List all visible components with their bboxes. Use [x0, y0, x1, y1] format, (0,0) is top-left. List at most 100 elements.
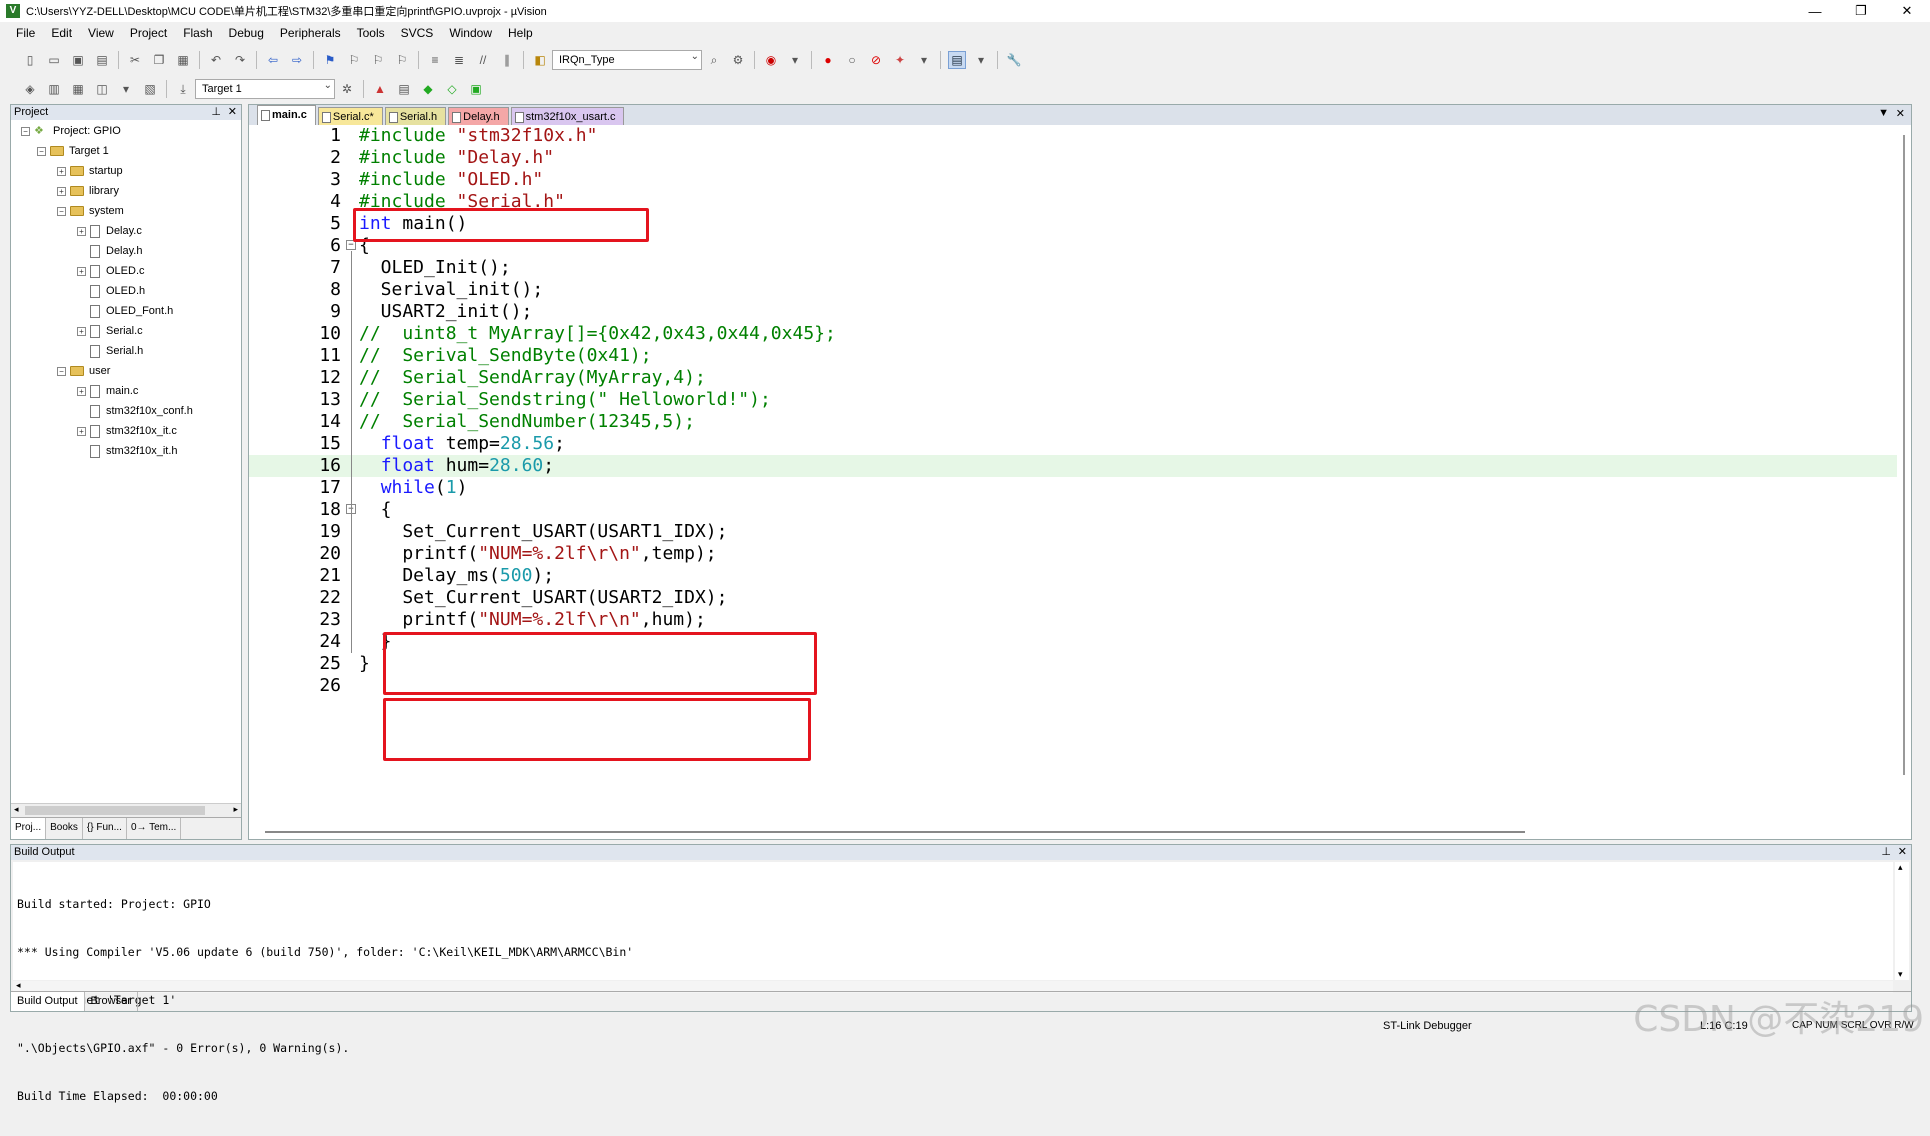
tree-item[interactable]: − Target 1 [37, 142, 109, 160]
project-hscrollbar[interactable]: ◂ ▸ [11, 803, 241, 817]
build-icon[interactable]: ▥ [45, 80, 63, 98]
expand-icon[interactable]: + [77, 266, 86, 276]
tree-item[interactable]: + library [57, 182, 119, 200]
comment-icon[interactable]: // [474, 51, 492, 69]
expand-icon[interactable]: + [77, 326, 86, 336]
cut-icon[interactable]: ✂ [126, 51, 144, 69]
menu-flash[interactable]: Flash [183, 26, 212, 40]
tab-build-output[interactable]: Build Output [11, 992, 85, 1011]
tree-item[interactable]: OLED_Font.h [77, 302, 173, 320]
tab-project[interactable]: Proj... [11, 818, 47, 839]
save-all-icon[interactable]: ▤ [93, 51, 111, 69]
scroll-thumb[interactable] [1903, 135, 1905, 775]
minimize-button[interactable]: — [1792, 0, 1838, 22]
scroll-left-icon[interactable]: ◂ [16, 980, 21, 991]
tree-item[interactable]: + main.c [77, 382, 138, 400]
software-packs-icon[interactable]: ▣ [467, 80, 485, 98]
expand-icon[interactable]: + [77, 426, 86, 436]
tree-item[interactable]: Delay.h [77, 242, 142, 260]
breakpoint-icon[interactable]: ● [819, 51, 837, 69]
clear-bookmarks-icon[interactable]: ⚐ [393, 51, 411, 69]
close-icon[interactable]: ✕ [1898, 845, 1907, 860]
paste-icon[interactable]: ▦ [174, 51, 192, 69]
tree-item[interactable]: + Delay.c [77, 222, 142, 240]
uncomment-icon[interactable]: ∥ [498, 51, 516, 69]
batch-build-icon[interactable]: ◫ [93, 80, 111, 98]
build-output-text[interactable]: Build started: Project: GPIO *** Using C… [13, 862, 1893, 1103]
build-vscrollbar[interactable]: ▴ ▾ [1895, 862, 1909, 980]
close-icon[interactable]: ✕ [228, 105, 237, 120]
incremental-find-icon[interactable]: ⚙ [729, 51, 747, 69]
file-tab[interactable]: main.c [257, 105, 316, 125]
kill-breakpoints-icon[interactable]: ⊘ [867, 51, 885, 69]
stop-build-icon[interactable]: ▧ [141, 80, 159, 98]
tree-item[interactable]: OLED.h [77, 282, 145, 300]
disable-breakpoint-icon[interactable]: ○ [843, 51, 861, 69]
tab-list-icon[interactable]: ▼ [1878, 107, 1889, 119]
navigate-back-icon[interactable]: ⇦ [264, 51, 282, 69]
new-file-icon[interactable]: ▯ [21, 51, 39, 69]
expand-icon[interactable]: + [77, 386, 86, 396]
scroll-thumb[interactable] [265, 831, 1525, 833]
menu-tools[interactable]: Tools [357, 26, 385, 40]
copy-icon[interactable]: ❐ [150, 51, 168, 69]
translate-icon[interactable]: ◈ [21, 80, 39, 98]
chevron-down-icon[interactable]: ▾ [117, 80, 135, 98]
target-select[interactable]: Target 1 ⌄ [195, 79, 335, 99]
tree-item[interactable]: stm32f10x_it.h [77, 442, 178, 460]
manage-run-time-icon[interactable]: ▤ [395, 80, 413, 98]
collapse-icon[interactable]: − [37, 146, 46, 156]
save-icon[interactable]: ▣ [69, 51, 87, 69]
rebuild-icon[interactable]: ▦ [69, 80, 87, 98]
scroll-left-icon[interactable]: ◂ [14, 804, 19, 815]
file-tab[interactable]: Serial.c* [317, 107, 383, 125]
insert-breakpoint-icon[interactable]: ✦ [891, 51, 909, 69]
download-icon[interactable]: ⤓ [174, 80, 192, 98]
menu-peripherals[interactable]: Peripherals [280, 26, 341, 40]
collapse-icon[interactable]: − [21, 126, 30, 136]
collapse-icon[interactable]: − [57, 206, 66, 216]
tree-item[interactable]: + OLED.c [77, 262, 145, 280]
navigate-forward-icon[interactable]: ⇨ [288, 51, 306, 69]
tab-browser[interactable]: Browser [85, 992, 138, 1011]
editor-vscrollbar[interactable] [1897, 125, 1911, 825]
tree-item[interactable]: stm32f10x_conf.h [77, 402, 193, 420]
undo-icon[interactable]: ↶ [207, 51, 225, 69]
tree-item[interactable]: − ❖ Project: GPIO [21, 122, 121, 140]
window-layout-icon[interactable]: ▤ [948, 51, 966, 69]
find-icon[interactable]: ⌕ [705, 51, 723, 69]
prev-bookmark-icon[interactable]: ⚐ [345, 51, 363, 69]
redo-icon[interactable]: ↷ [231, 51, 249, 69]
configure-icon[interactable]: 🔧 [1005, 51, 1023, 69]
find-in-files-icon[interactable]: ◧ [531, 51, 549, 69]
menu-file[interactable]: File [16, 26, 35, 40]
chevron-down-icon[interactable]: ▾ [786, 51, 804, 69]
chevron-down-icon[interactable]: ⌄ [691, 51, 699, 62]
chevron-down-icon[interactable]: ⌄ [324, 80, 332, 91]
menu-project[interactable]: Project [130, 26, 167, 40]
manage-project-items-icon[interactable]: ▲ [371, 80, 389, 98]
tree-item[interactable]: + Serial.c [77, 322, 143, 340]
collapse-icon[interactable]: − [57, 366, 66, 376]
tree-item[interactable]: + startup [57, 162, 123, 180]
menu-edit[interactable]: Edit [51, 26, 72, 40]
expand-icon[interactable]: + [77, 226, 86, 236]
tree-item[interactable]: Serial.h [77, 342, 143, 360]
code-editor[interactable]: 1 #include "stm32f10x.h" 2 #include "Delay.… [249, 125, 1911, 825]
expand-icon[interactable]: + [57, 166, 66, 176]
next-bookmark-icon[interactable]: ⚐ [369, 51, 387, 69]
target-options-icon[interactable]: ✲ [338, 80, 356, 98]
pack-installer-icon[interactable]: ◆ [419, 80, 437, 98]
open-file-icon[interactable]: ▭ [45, 51, 63, 69]
close-window-button[interactable]: ✕ [1884, 0, 1930, 22]
menu-view[interactable]: View [88, 26, 114, 40]
scroll-thumb[interactable] [25, 806, 205, 815]
tree-item[interactable]: − user [57, 362, 110, 380]
chevron-down-icon[interactable]: ▾ [972, 51, 990, 69]
menu-debug[interactable]: Debug [229, 26, 264, 40]
expand-icon[interactable]: + [57, 186, 66, 196]
file-tab[interactable]: stm32f10x_usart.c [510, 107, 625, 125]
tab-functions[interactable]: {} Fun... [83, 818, 127, 839]
menu-svcs[interactable]: SVCS [401, 26, 434, 40]
close-icon[interactable]: ✕ [1896, 107, 1905, 120]
